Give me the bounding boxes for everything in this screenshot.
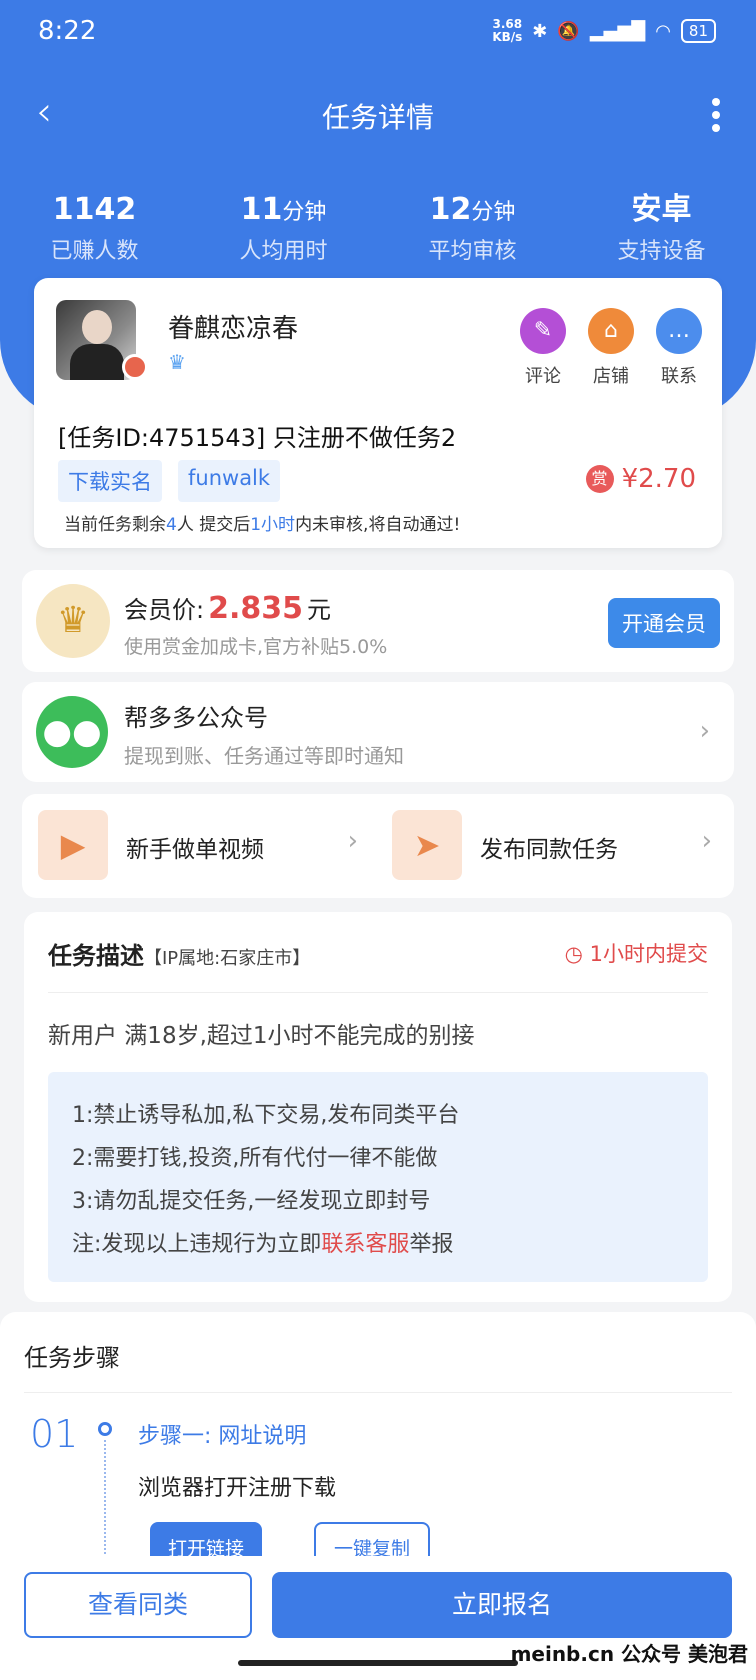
tag: 下载实名 <box>58 460 162 502</box>
task-description: 任务描述【IP属地:石家庄市】 ◷ 1小时内提交 新用户 满18岁,超过1小时不… <box>24 912 732 1302</box>
shortcut-card: ▶ 新手做单视频 › ➤ 发布同款任务 › <box>22 794 734 898</box>
chevron-right-icon: › <box>701 826 712 856</box>
steps-heading: 任务步骤 <box>24 1344 120 1372</box>
reward-amount: ¥2.70 <box>621 464 696 494</box>
wechat-icon: ●● <box>36 696 108 768</box>
step-title: 步骤一: 网址说明 <box>138 1424 307 1449</box>
time-limit: ◷ 1小时内提交 <box>564 942 708 966</box>
step-description: 浏览器打开注册下载 <box>138 1476 337 1501</box>
reward-icon: 赏 <box>585 465 614 493</box>
vip-price: 会员价: 2.835 元 <box>124 591 331 626</box>
view-similar-button[interactable]: 查看同类 <box>24 1572 252 1638</box>
publish-similar-button[interactable]: ➤ 发布同款任务 › <box>392 810 712 882</box>
stat-avg-review: 12分钟 平均审核 <box>428 192 517 264</box>
send-icon: ➤ <box>392 810 462 880</box>
wechat-subtitle: 提现到账、任务通过等即时通知 <box>124 744 404 768</box>
rule-item: 注:发现以上违规行为立即联系客服举报 <box>72 1232 454 1257</box>
task-stats: 1142 已赚人数 11分钟 人均用时 12分钟 平均审核 安卓 支持设备 <box>0 192 756 265</box>
battery-icon: 81 <box>680 19 716 43</box>
crown-icon: ♛ <box>36 584 110 658</box>
stat-device: 安卓 支持设备 <box>617 192 706 264</box>
vip-card: ♛ 会员价: 2.835 元 使用赏金加成卡,官方补贴5.0% 开通会员 <box>22 570 734 672</box>
rule-item: 1:禁止诱导私加,私下交易,发布同类平台 <box>72 1103 460 1128</box>
stat-avg-time: 11分钟 人均用时 <box>239 192 328 264</box>
more-icon[interactable] <box>712 98 722 137</box>
verified-badge-icon <box>122 354 148 380</box>
net-speed: 3.68 KB/s <box>492 17 523 44</box>
nav-bar: ‹ 任务详情 <box>0 80 756 150</box>
watermark: meinb.cn 公众号 美泡君 <box>510 1642 748 1666</box>
vip-subtext: 使用赏金加成卡,官方补贴5.0% <box>124 636 388 658</box>
task-title: [任务ID:4751543] 只注册不做任务2 <box>58 424 457 452</box>
rule-item: 3:请勿乱提交任务,一经发现立即封号 <box>72 1189 431 1214</box>
step-dot-icon <box>98 1422 112 1436</box>
task-note: 当前任务剩余4人 提交后1小时内未审核,将自动通过! <box>64 515 461 535</box>
chat-icon: … <box>656 308 702 354</box>
task-card: 眷麒恋凉春 ♛ ✎ 评论 ⌂ 店铺 … 联系 [任务ID:4751543] 只注… <box>34 278 722 548</box>
step-number: 01 <box>30 1412 79 1456</box>
signup-button[interactable]: 立即报名 <box>272 1572 732 1638</box>
comment-button[interactable]: ✎ 评论 <box>520 308 566 388</box>
stat-earned: 1142 已赚人数 <box>50 192 139 264</box>
clock-icon: ◷ <box>564 942 583 966</box>
shop-button[interactable]: ⌂ 店铺 <box>588 308 634 388</box>
crown-icon: ♛ <box>168 350 186 374</box>
shop-icon: ⌂ <box>588 308 634 354</box>
clock: 8:22 <box>38 16 97 46</box>
open-vip-button[interactable]: 开通会员 <box>608 598 720 648</box>
chevron-right-icon: › <box>699 716 710 746</box>
publisher-name: 眷麒恋凉春 <box>168 314 299 344</box>
comment-icon: ✎ <box>520 308 566 354</box>
page-title: 任务详情 <box>321 101 434 134</box>
wechat-title: 帮多多公众号 <box>124 704 268 732</box>
bluetooth-icon: ✱ <box>532 20 548 42</box>
chevron-right-icon: › <box>347 826 358 856</box>
rules-box: 1:禁止诱导私加,私下交易,发布同类平台 2:需要打钱,投资,所有代付一律不能做… <box>48 1072 708 1282</box>
status-bar: 8:22 3.68 KB/s ✱ 🔕 ▂▄▆█ ◠ 81 <box>0 0 756 66</box>
rule-item: 2:需要打钱,投资,所有代付一律不能做 <box>72 1146 438 1171</box>
tag: funwalk <box>178 460 281 502</box>
signal-icon: ▂▄▆█ <box>589 20 646 42</box>
play-icon: ▶ <box>38 810 108 880</box>
tutorial-video-button[interactable]: ▶ 新手做单视频 › <box>38 810 358 882</box>
mute-icon: 🔕 <box>557 20 580 42</box>
home-indicator[interactable] <box>238 1660 518 1666</box>
contact-support-link[interactable]: 联系客服 <box>321 1232 409 1257</box>
description-text: 新用户 满18岁,超过1小时不能完成的别接 <box>48 1023 475 1049</box>
description-heading: 任务描述【IP属地:石家庄市】 <box>48 942 311 970</box>
wechat-card[interactable]: ●● 帮多多公众号 提现到账、任务通过等即时通知 › <box>22 682 734 782</box>
contact-button[interactable]: … 联系 <box>656 308 702 388</box>
wifi-icon: ◠ <box>655 20 671 42</box>
reward: 赏 ¥2.70 <box>585 464 696 494</box>
